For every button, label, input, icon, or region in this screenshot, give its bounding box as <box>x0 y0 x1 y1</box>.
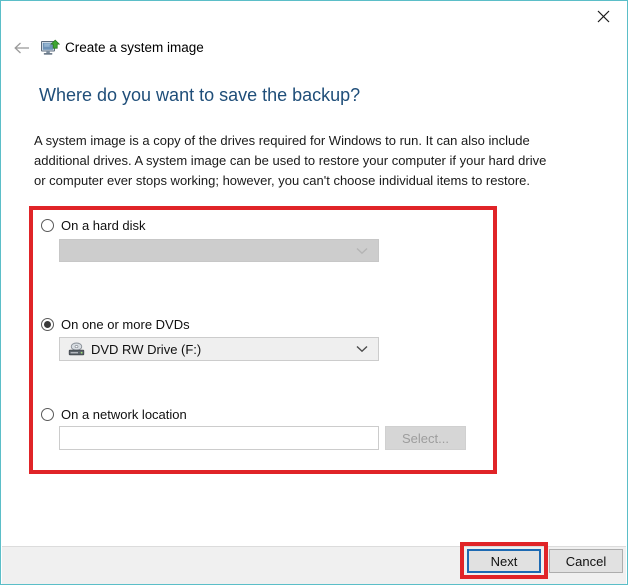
cancel-button[interactable]: Cancel <box>549 549 623 573</box>
radio-option-hard-disk[interactable]: On a hard disk <box>41 218 146 233</box>
create-system-image-window: Create a system image Where do you want … <box>0 0 628 585</box>
back-button[interactable] <box>10 36 34 60</box>
select-button: Select... <box>385 426 466 450</box>
radio-indicator-dvds[interactable] <box>41 318 54 331</box>
back-arrow-icon <box>14 42 29 54</box>
radio-option-dvds[interactable]: On one or more DVDs <box>41 317 190 332</box>
radio-label-network-location: On a network location <box>61 407 187 422</box>
close-icon <box>597 10 610 23</box>
combobox-dvd-drive-value: DVD RW Drive (F:) <box>91 341 202 357</box>
next-button[interactable]: Next <box>467 549 541 573</box>
system-image-monitor-icon <box>40 38 61 58</box>
radio-label-dvds: On one or more DVDs <box>61 317 190 332</box>
close-button[interactable] <box>581 2 626 31</box>
combobox-hard-disk <box>59 239 379 262</box>
app-title: Create a system image <box>65 40 204 55</box>
title-bar <box>2 2 626 32</box>
combobox-dvd-drive[interactable]: DVD RW Drive (F:) <box>59 337 379 361</box>
radio-indicator-hard-disk[interactable] <box>41 219 54 232</box>
radio-option-network-location[interactable]: On a network location <box>41 407 187 422</box>
page-title: Where do you want to save the backup? <box>39 85 361 105</box>
radio-label-hard-disk: On a hard disk <box>61 218 146 233</box>
optical-drive-icon <box>68 341 85 358</box>
nav-row: Create a system image <box>2 32 626 64</box>
description-text: A system image is a copy of the drives r… <box>34 133 547 188</box>
chevron-down-icon <box>356 247 368 254</box>
network-location-input[interactable] <box>59 426 379 450</box>
radio-indicator-network-location[interactable] <box>41 408 54 421</box>
chevron-down-icon <box>356 345 368 353</box>
